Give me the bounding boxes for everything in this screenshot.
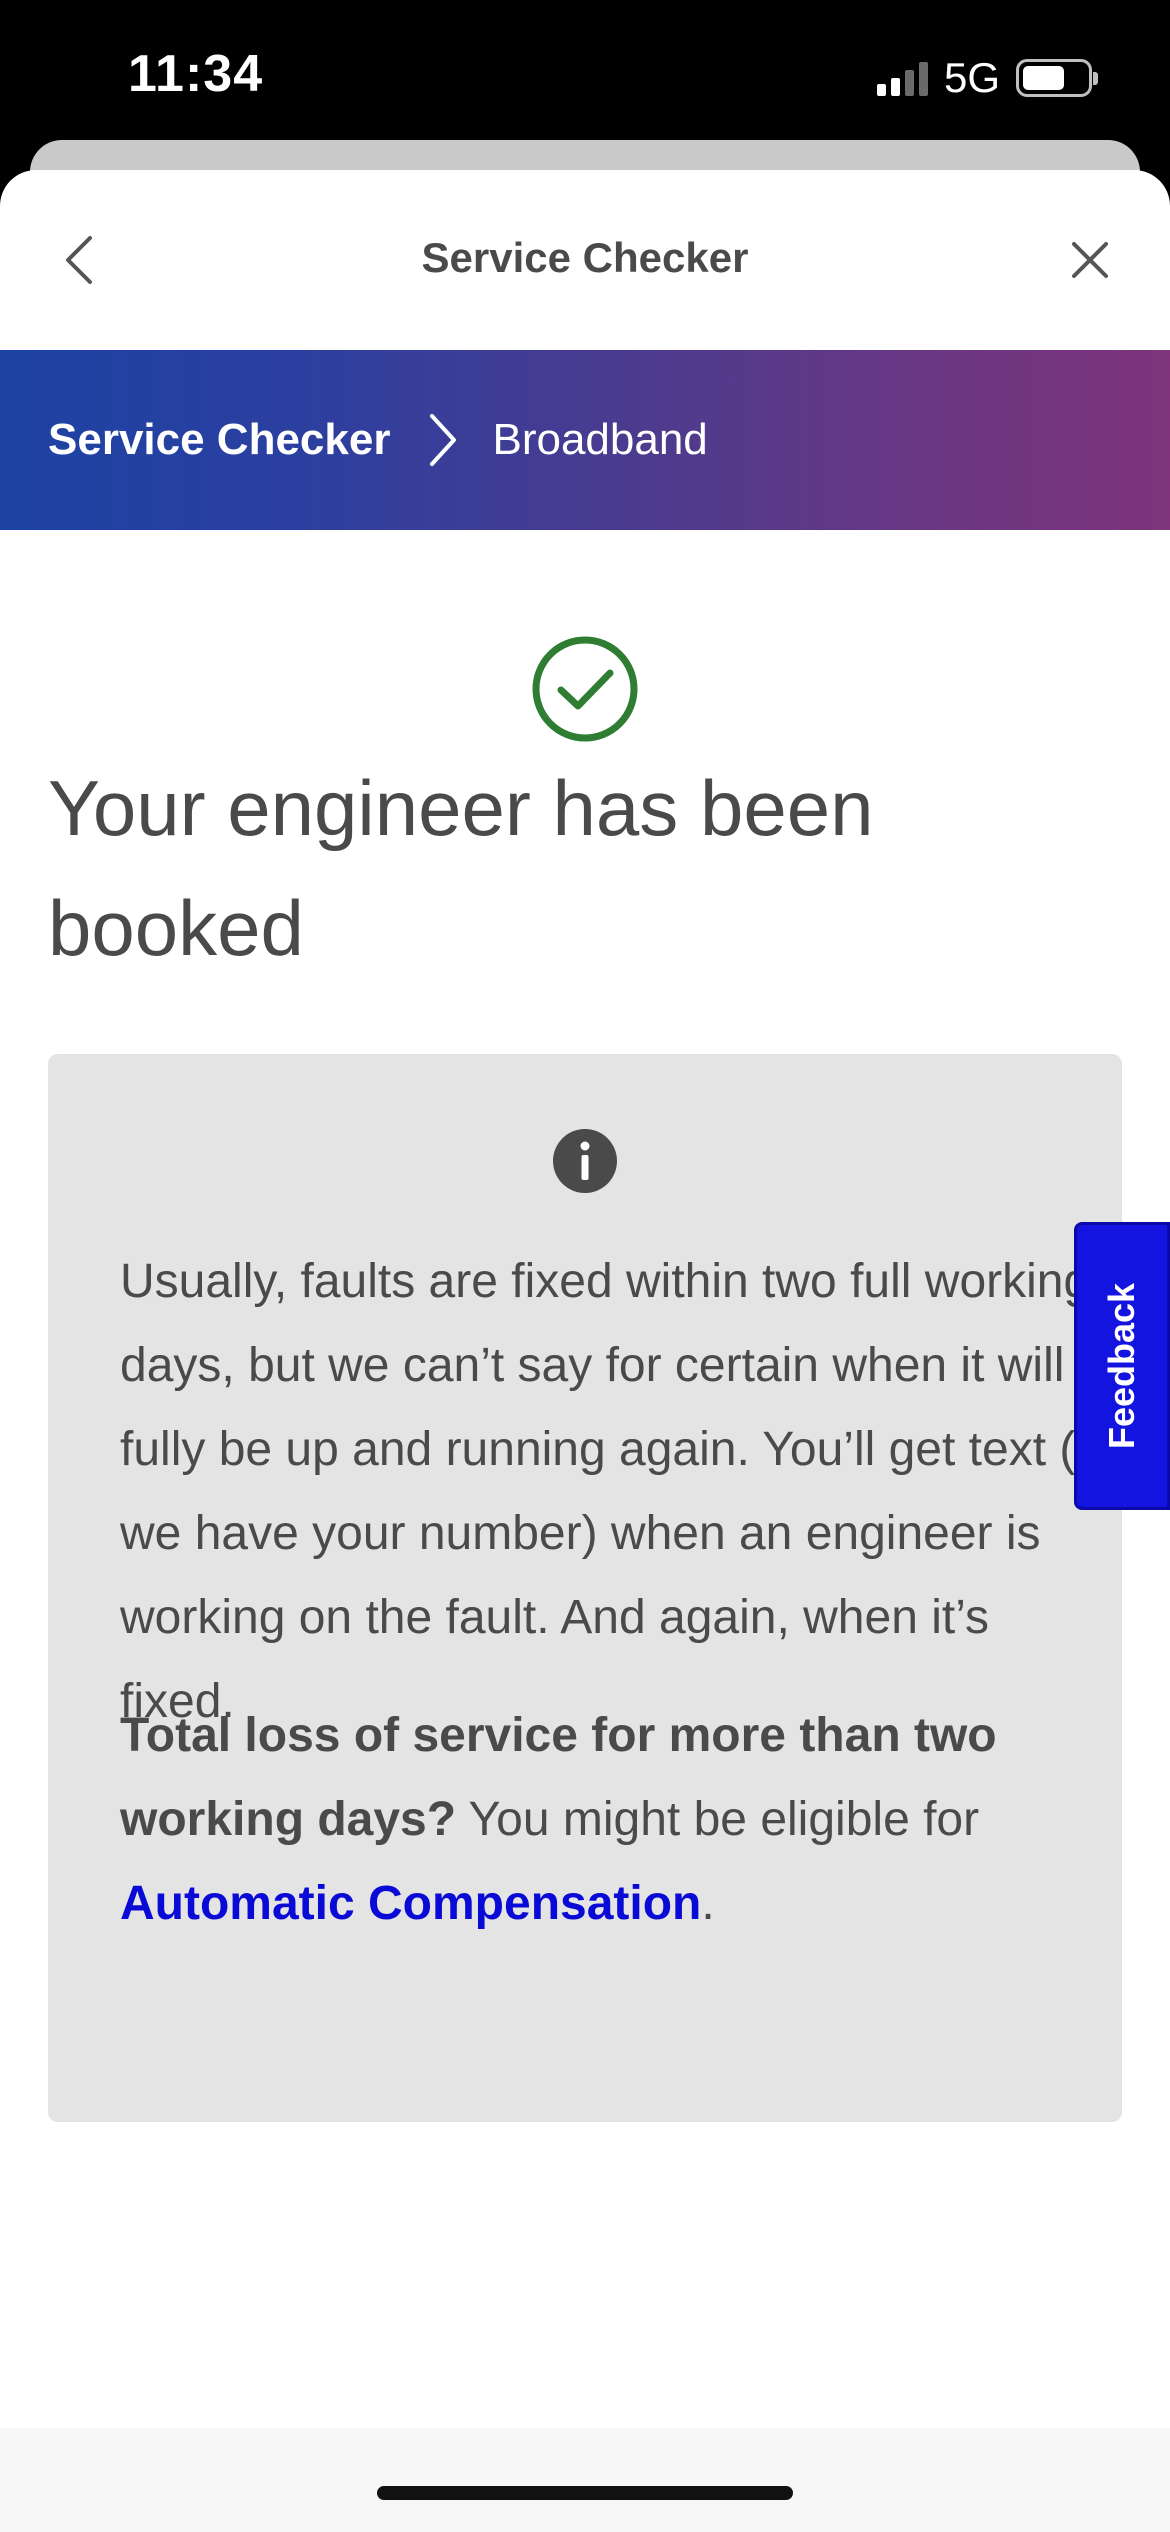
close-icon[interactable]	[1066, 236, 1114, 284]
compensation-end: .	[701, 1877, 715, 1930]
compensation-text: Total loss of service for more than two …	[120, 1694, 1100, 1946]
home-indicator-area	[0, 2428, 1170, 2532]
info-icon	[553, 1129, 617, 1193]
status-indicators: 5G	[876, 54, 1098, 102]
app-screen: 11:34 5G Service Checker Service Checker…	[0, 0, 1170, 2532]
signal-strength-icon	[876, 60, 928, 96]
battery-icon	[1016, 59, 1098, 97]
chevron-right-icon	[430, 414, 457, 466]
status-time: 11:34	[128, 45, 264, 103]
nav-title: Service Checker	[421, 234, 749, 281]
battery-level	[1023, 66, 1064, 90]
nav-bar: Service Checker	[0, 170, 1170, 350]
feedback-button[interactable]: Feedback	[1074, 1222, 1170, 1510]
breadcrumb-item-broadband: Broadband	[492, 415, 708, 464]
automatic-compensation-link[interactable]: Automatic Compensation	[120, 1877, 701, 1930]
feedback-label: Feedback	[1101, 1282, 1143, 1450]
check-circle-icon	[532, 636, 638, 742]
status-bar: 11:34 5G	[0, 0, 1170, 150]
home-indicator[interactable]	[377, 2486, 793, 2500]
info-card: Usually, faults are fixed within two ful…	[48, 1054, 1122, 2122]
info-body-text: Usually, faults are fixed within two ful…	[120, 1255, 1100, 1728]
breadcrumb-item-service-checker[interactable]: Service Checker	[48, 415, 390, 465]
compensation-description: You might be eligible for	[456, 1793, 980, 1846]
modal-sheet: Service Checker Service Checker Broadban…	[0, 170, 1170, 2532]
page-title: Your engineer has been booked	[48, 764, 874, 972]
breadcrumb: Service Checker Broadband	[0, 350, 1170, 530]
network-type: 5G	[943, 54, 1000, 101]
